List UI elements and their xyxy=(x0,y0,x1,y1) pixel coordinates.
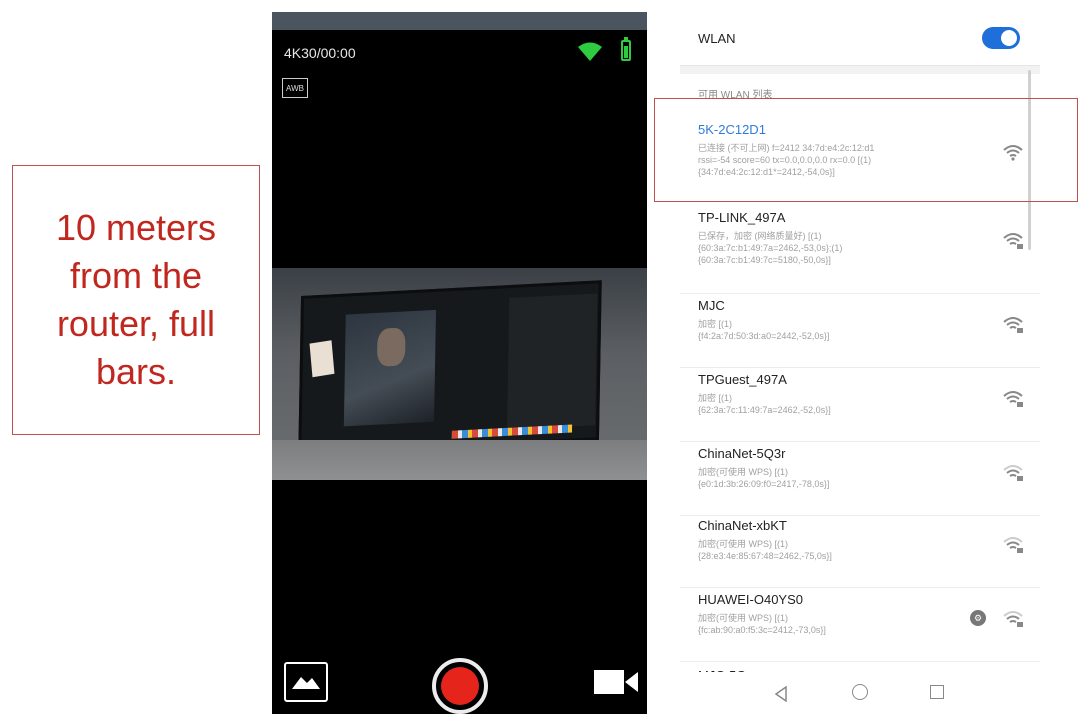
network-item[interactable]: TPGuest_497A 加密 [(1) {62:3a:7c:11:49:7a=… xyxy=(680,372,1040,442)
record-icon xyxy=(441,667,479,705)
wifi-signal-locked-icon xyxy=(1002,232,1024,255)
network-details: 加密(可使用 WPS) [(1) {e0:1d:3b:26:09:f0=2417… xyxy=(698,467,830,489)
camera-preview xyxy=(272,268,647,480)
laptop-in-preview xyxy=(298,280,602,456)
network-name: HUAWEI-O40YS0 xyxy=(698,592,803,607)
recent-apps-icon[interactable] xyxy=(930,685,944,699)
wifi-icon xyxy=(577,42,603,67)
annotation-callout: 10 meters from the router, full bars. xyxy=(12,165,260,435)
gallery-button[interactable] xyxy=(284,662,328,702)
connected-network-highlight xyxy=(654,98,1078,202)
network-details: 已保存，加密 (网络质量好) [(1) {60:3a:7c:b1:49:7a=2… xyxy=(698,231,843,265)
status-bar xyxy=(272,12,647,30)
network-name: MJC xyxy=(698,298,725,313)
network-item[interactable]: TP-LINK_497A 已保存，加密 (网络质量好) [(1) {60:3a:… xyxy=(680,210,1040,294)
annotation-text: 10 meters from the router, full bars. xyxy=(55,207,217,392)
wps-badge-icon: ⚙ xyxy=(970,610,986,626)
wlan-header: WLAN xyxy=(680,12,1040,66)
wifi-signal-weak-locked-icon xyxy=(1002,610,1024,633)
back-icon[interactable] xyxy=(774,685,788,707)
network-name: TPGuest_497A xyxy=(698,372,787,387)
network-details: 加密 [(1) {f4:2a:7d:50:3d:a0=2442,-52,0s}] xyxy=(698,319,830,341)
awb-button[interactable]: AWB xyxy=(282,78,308,98)
camera-controls xyxy=(272,654,647,714)
network-name: ChinaNet-xbKT xyxy=(698,518,787,533)
network-item[interactable]: HUAWEI-O40YS0 加密(可使用 WPS) [(1) {fc:ab:90… xyxy=(680,592,1040,662)
camera-screen: 4K30/00:00 AWB xyxy=(272,12,647,714)
network-details: 加密 [(1) {62:3a:7c:11:49:7a=2462,-52,0s}] xyxy=(698,393,831,415)
network-item[interactable]: MJC 加密 [(1) {f4:2a:7d:50:3d:a0=2442,-52,… xyxy=(680,298,1040,368)
wifi-signal-locked-icon xyxy=(1002,390,1024,413)
network-name: ChinaNet-5Q3r xyxy=(698,446,786,461)
gallery-icon xyxy=(290,669,322,696)
video-mode-button[interactable] xyxy=(594,668,638,701)
battery-icon xyxy=(621,37,631,61)
wifi-signal-locked-icon xyxy=(1002,316,1024,339)
system-nav-bar xyxy=(680,672,1040,714)
network-details: 加密(可使用 WPS) [(1) {fc:ab:90:a0:f5:3c=2412… xyxy=(698,613,826,635)
video-camera-icon xyxy=(594,670,638,700)
wifi-signal-weak-locked-icon xyxy=(1002,464,1024,487)
network-details: 加密(可使用 WPS) [(1) {28:e3:4e:85:67:48=2462… xyxy=(698,539,832,561)
home-icon[interactable] xyxy=(852,684,868,700)
network-item[interactable]: ChinaNet-xbKT 加密(可使用 WPS) [(1) {28:e3:4e… xyxy=(680,518,1040,588)
record-button[interactable] xyxy=(432,658,488,714)
recording-mode-label: 4K30/00:00 xyxy=(284,45,356,61)
wlan-title: WLAN xyxy=(698,31,736,46)
network-item[interactable]: ChinaNet-5Q3r 加密(可使用 WPS) [(1) {e0:1d:3b… xyxy=(680,446,1040,516)
screenshot-canvas: 10 meters from the router, full bars. 4K… xyxy=(0,0,1078,714)
wifi-signal-weak-locked-icon xyxy=(1002,536,1024,559)
network-name: TP-LINK_497A xyxy=(698,210,786,225)
wlan-toggle[interactable] xyxy=(982,27,1020,49)
